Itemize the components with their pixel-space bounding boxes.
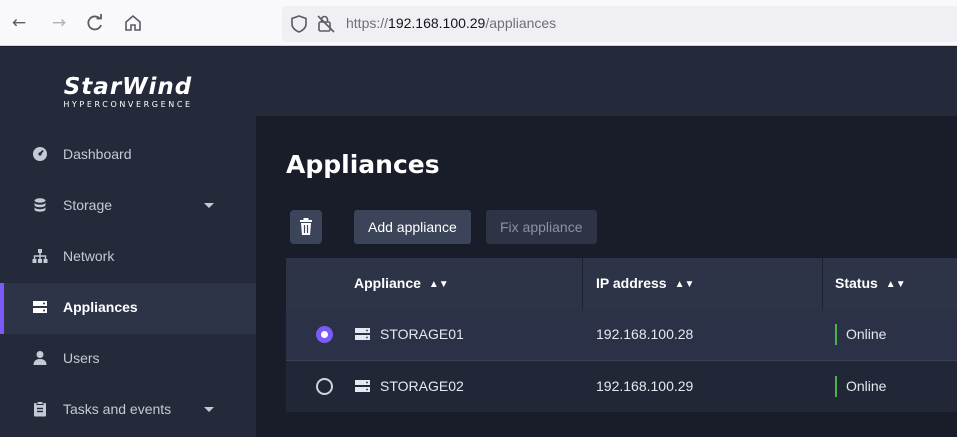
column-header-appliance[interactable]: Appliance ▲▼ — [354, 258, 449, 309]
url-scheme: https:// — [346, 15, 389, 31]
chevron-down-icon[interactable] — [204, 203, 214, 208]
logo-wordmark: StarWind — [63, 74, 193, 100]
dashboard-icon — [32, 146, 48, 162]
sidebar-item-network[interactable]: Network — [0, 232, 256, 283]
insecure-lock-icon[interactable] — [316, 14, 336, 34]
server-icon — [355, 326, 370, 340]
sidebar: StarWind HYPERCONVERGENCE Dashboard Stor… — [0, 47, 256, 437]
trash-icon — [300, 218, 312, 235]
clipboard-icon — [32, 401, 48, 417]
status-indicator — [835, 324, 837, 345]
sidebar-item-label: Tasks and events — [63, 401, 172, 417]
table-row[interactable]: STORAGE02 192.168.100.29 Online — [286, 361, 957, 412]
starwind-logo[interactable]: StarWind HYPERCONVERGENCE — [0, 75, 256, 109]
column-header-label: IP address — [596, 275, 667, 291]
ip-address: 192.168.100.29 — [596, 378, 694, 394]
home-icon[interactable] — [122, 12, 144, 34]
sidebar-item-label: Storage — [63, 197, 113, 213]
page-title: Appliances — [286, 150, 440, 179]
network-icon — [32, 248, 48, 264]
row-select-radio[interactable] — [316, 326, 333, 343]
server-icon — [355, 378, 370, 392]
url-path: /appliances — [485, 15, 557, 31]
url-text[interactable]: https://192.168.100.29/appliances — [346, 15, 556, 31]
sidebar-item-storage[interactable]: Storage — [0, 181, 256, 232]
sidebar-item-label: Network — [63, 248, 115, 264]
delete-button[interactable] — [290, 210, 322, 244]
database-icon — [32, 197, 48, 213]
table-header: Appliance ▲▼ IP address ▲▼ Status ▲▼ — [286, 258, 957, 309]
sidebar-item-label: Dashboard — [63, 146, 132, 162]
server-icon — [32, 299, 48, 315]
status-indicator — [835, 376, 837, 397]
sort-icon[interactable]: ▲▼ — [675, 259, 695, 310]
column-divider — [822, 258, 823, 309]
sidebar-item-label: Appliances — [63, 299, 138, 315]
column-header-ip-address[interactable]: IP address ▲▼ — [596, 258, 694, 309]
top-header-bar — [256, 47, 957, 116]
appliance-name: STORAGE01 — [380, 326, 464, 342]
row-select-radio[interactable] — [316, 378, 333, 395]
main-content: Appliances Add appliance Fix appliance A… — [256, 116, 957, 437]
browser-toolbar: ← → https://192.168.100.29/appliances — [0, 0, 957, 46]
url-host: 192.168.100.29 — [388, 15, 486, 31]
add-appliance-button[interactable]: Add appliance — [354, 210, 471, 244]
user-icon — [32, 350, 48, 366]
shield-icon[interactable] — [290, 14, 308, 34]
back-arrow-icon[interactable]: ← — [8, 12, 30, 34]
forward-arrow-icon[interactable]: → — [48, 12, 70, 34]
address-bar[interactable]: https://192.168.100.29/appliances — [282, 6, 957, 42]
table-row[interactable]: STORAGE01 192.168.100.28 Online — [286, 309, 957, 360]
column-divider — [582, 258, 583, 309]
logo-subtitle: HYPERCONVERGENCE — [63, 100, 193, 109]
column-header-status[interactable]: Status ▲▼ — [835, 258, 906, 309]
sort-icon[interactable]: ▲▼ — [886, 259, 906, 310]
appliance-name: STORAGE02 — [380, 378, 464, 394]
sidebar-item-dashboard[interactable]: Dashboard — [0, 130, 256, 181]
sidebar-item-label: Users — [63, 350, 100, 366]
column-header-label: Status — [835, 275, 878, 291]
chevron-down-icon[interactable] — [204, 407, 214, 412]
reload-icon[interactable] — [84, 12, 106, 34]
status-text: Online — [846, 326, 887, 342]
sidebar-item-users[interactable]: Users — [0, 334, 256, 385]
ip-address: 192.168.100.28 — [596, 326, 694, 342]
status-text: Online — [846, 378, 887, 394]
sidebar-item-tasks-and-events[interactable]: Tasks and events — [0, 385, 256, 436]
fix-appliance-button[interactable]: Fix appliance — [486, 210, 597, 244]
column-header-label: Appliance — [354, 275, 421, 291]
sort-icon[interactable]: ▲▼ — [429, 259, 449, 310]
sidebar-item-appliances[interactable]: Appliances — [0, 283, 256, 334]
